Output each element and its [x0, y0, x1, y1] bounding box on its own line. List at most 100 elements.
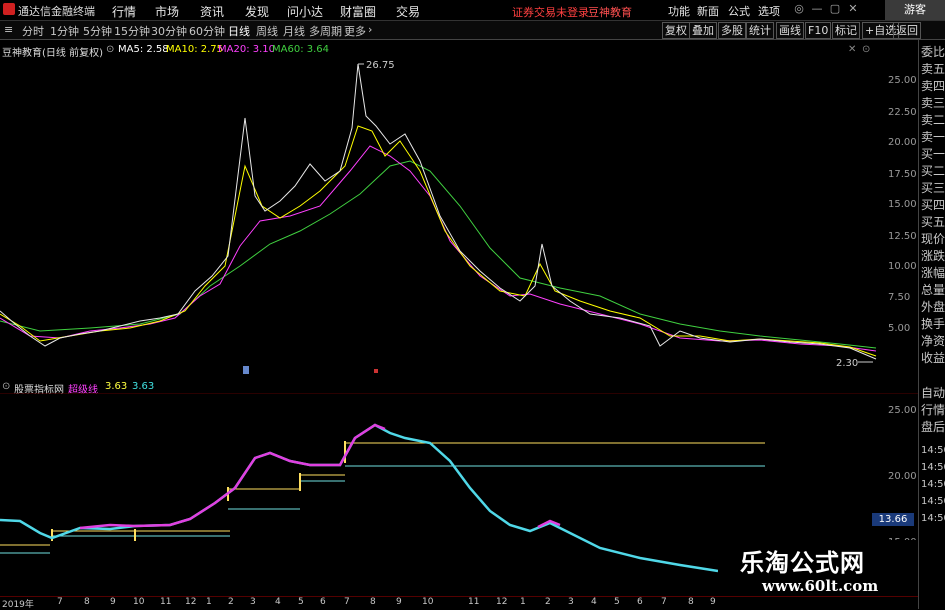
low-price-label: 2.30	[836, 358, 858, 369]
side-panel-item-13[interactable]: 涨幅	[921, 265, 945, 282]
side-panel-item-0[interactable]: 委比	[921, 44, 945, 61]
date-tick-4: 10	[133, 597, 145, 607]
side-panel-item-14[interactable]: 总量	[921, 282, 945, 299]
restore-icon[interactable]: ▢	[828, 2, 842, 16]
chart-settings-icon[interactable]: ⊙	[106, 44, 114, 55]
menu-item-0[interactable]: 行情	[112, 3, 136, 20]
date-tick-7: 1	[206, 597, 212, 607]
period-tab-5[interactable]: 60分钟	[189, 23, 225, 39]
menu-item-3[interactable]: 发现	[245, 3, 269, 20]
user-icon[interactable]: ◎	[792, 2, 806, 16]
menu-item-4[interactable]: 问小达	[287, 3, 323, 20]
date-tick-14: 8	[370, 597, 376, 607]
toolbar-btn-4[interactable]: 画线	[776, 22, 804, 39]
main-ytick-4: 15.00	[888, 199, 917, 210]
toolbar-btn-1[interactable]: 叠加	[689, 22, 717, 39]
date-axis: 2019年 7 8 9 10 11 12 1 2 3 4 5 6 7 8 9 10 11 12 1 2 3 4 5 6 7 8 9	[0, 596, 918, 610]
indicator-cyan-line	[0, 423, 719, 573]
guest-button[interactable]: 游客	[885, 0, 945, 20]
toolbar-btn-5[interactable]: F10	[805, 22, 832, 39]
date-tick-17: 11	[468, 597, 480, 607]
chart-toggle-icon[interactable]: ✕	[848, 44, 856, 55]
ma-label-0: MA5: 2.58	[118, 44, 169, 55]
side-panel-item-8[interactable]: 买三	[921, 180, 945, 197]
period-toolbar: 分时 1分钟 5分钟 15分钟 30分钟 60分钟 日线 周线 月线 多周期 更多 › ≡ 复权 叠加 多股…	[0, 21, 945, 40]
toolbar-btn-3[interactable]: 统计	[746, 22, 774, 39]
toolbar-btn-0[interactable]: 复权	[662, 22, 690, 39]
side-time-1: 14:50	[921, 462, 945, 473]
side-panel-item-4[interactable]: 卖二	[921, 112, 945, 129]
toolbar-btn-8[interactable]: 返回	[893, 22, 921, 39]
menu-item-6[interactable]: 交易	[396, 3, 420, 20]
new-page-menu[interactable]: 新面	[697, 3, 719, 19]
side-panel-item-7[interactable]: 买二	[921, 163, 945, 180]
menu-item-2[interactable]: 资讯	[200, 3, 224, 20]
period-tab-4[interactable]: 30分钟	[151, 23, 187, 39]
more-arrow-icon[interactable]: ›	[368, 23, 372, 36]
period-tab-3[interactable]: 15分钟	[114, 23, 150, 39]
menu-item-1[interactable]: 市场	[155, 3, 179, 20]
side-panel-item-5[interactable]: 卖一	[921, 129, 945, 146]
price-line	[0, 63, 877, 360]
side-panel-item-9[interactable]: 买四	[921, 197, 945, 214]
event-marker	[243, 366, 249, 374]
main-ytick-1: 22.50	[888, 107, 917, 118]
side-panel-item-10[interactable]: 买五	[921, 214, 945, 231]
list-icon[interactable]: ≡	[4, 23, 13, 36]
side-panel-item-6[interactable]: 买一	[921, 146, 945, 163]
options-menu[interactable]: 选项	[758, 3, 780, 19]
sub-chart-settings-icon[interactable]: ⊙	[2, 381, 10, 392]
side-panel-item-17[interactable]: 净资	[921, 333, 945, 350]
period-tab-6[interactable]: 日线	[228, 23, 250, 39]
side-panel-item-11[interactable]: 现价	[921, 231, 945, 248]
date-tick-2: 8	[84, 597, 90, 607]
date-tick-11: 5	[298, 597, 304, 607]
period-tab-1[interactable]: 1分钟	[50, 23, 79, 39]
toolbar-btn-6[interactable]: 标记	[832, 22, 860, 39]
period-tab-2[interactable]: 5分钟	[83, 23, 112, 39]
main-candlestick-chart[interactable]: 26.75 2.30	[0, 56, 918, 374]
side-panel-item-3[interactable]: 卖三	[921, 95, 945, 112]
side-panel-item-21[interactable]: 盘后	[921, 419, 945, 436]
ma20-line	[0, 145, 877, 352]
menu-bar: 通达信金融终端 行情 市场 资讯 发现 问小达 财富圈 交易 证券交易未登录 豆神教育 功能…	[0, 0, 945, 21]
formula-menu[interactable]: 公式	[728, 3, 750, 19]
toolbar-btn-2[interactable]: 多股	[718, 22, 746, 39]
high-price-label: 26.75	[366, 60, 395, 71]
menu-item-5[interactable]: 财富圈	[340, 3, 376, 20]
side-panel-item-15[interactable]: 外盘	[921, 299, 945, 316]
period-tab-8[interactable]: 月线	[283, 23, 305, 39]
date-tick-3: 9	[110, 597, 116, 607]
ma-label-3: MA60: 3.64	[272, 44, 330, 55]
sub-ytick-1: 20.00	[888, 471, 917, 482]
date-tick-26: 8	[688, 597, 694, 607]
brand-label[interactable]: 豆神教育	[588, 4, 632, 20]
side-panel-item-1[interactable]: 卖五	[921, 61, 945, 78]
sub-ytick-0: 25.00	[888, 405, 917, 416]
side-panel-item-18[interactable]: 收益	[921, 350, 945, 367]
main-ytick-2: 20.00	[888, 137, 917, 148]
side-panel-item-12[interactable]: 涨跌	[921, 248, 945, 265]
function-menu[interactable]: 功能	[668, 3, 690, 19]
date-tick-6: 12	[185, 597, 197, 607]
period-tab-0[interactable]: 分时	[22, 23, 44, 39]
close-icon[interactable]: ✕	[846, 2, 860, 16]
side-panel-item-19[interactable]: 自动	[921, 385, 945, 402]
date-tick-5: 11	[160, 597, 172, 607]
date-tick-21: 3	[568, 597, 574, 607]
period-tab-9[interactable]: 多周期	[309, 23, 342, 39]
side-panel-item-2[interactable]: 卖四	[921, 78, 945, 95]
login-warning[interactable]: 证券交易未登录	[512, 4, 589, 20]
period-tab-10[interactable]: 更多	[344, 23, 366, 39]
side-panel-item-16[interactable]: 换手	[921, 316, 945, 333]
date-tick-25: 7	[661, 597, 667, 607]
app-logo-icon	[3, 3, 15, 15]
period-tab-7[interactable]: 周线	[256, 23, 278, 39]
chart-menu-icon[interactable]: ⊙	[862, 44, 870, 55]
side-panel-item-20[interactable]: 行情	[921, 402, 945, 419]
date-tick-15: 9	[396, 597, 402, 607]
date-tick-20: 2	[545, 597, 551, 607]
watermark-url: www.60lt.com	[762, 577, 879, 595]
minimize-icon[interactable]: —	[810, 2, 824, 16]
indicator-value-2: 3.63	[132, 381, 155, 392]
